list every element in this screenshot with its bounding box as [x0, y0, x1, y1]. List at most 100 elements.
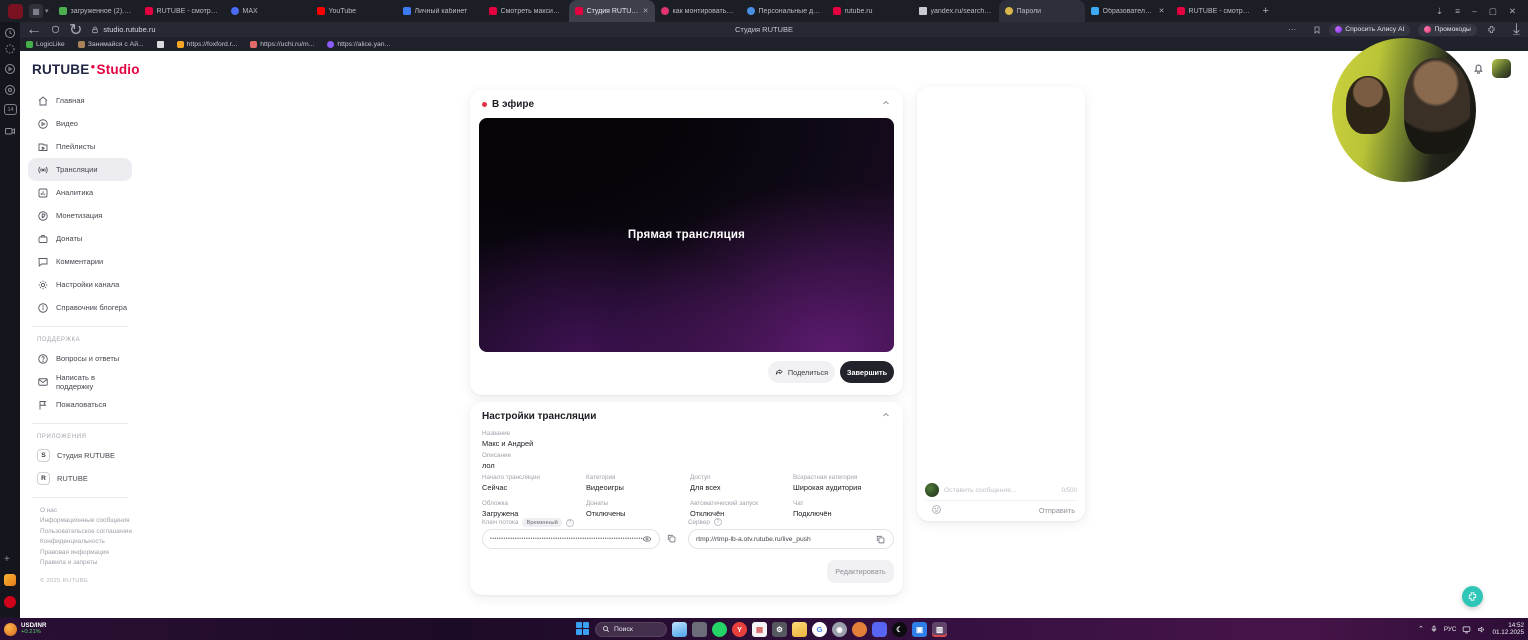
downloads-icon[interactable]: ⤓ [1513, 21, 1520, 39]
whatsapp-icon[interactable] [712, 621, 727, 637]
browser-logo[interactable] [8, 3, 23, 19]
footer-link[interactable]: Конфиденциальность [40, 537, 132, 547]
network-icon[interactable] [1462, 625, 1471, 634]
pinned-site-icon[interactable] [4, 596, 16, 608]
tray-expand-icon[interactable]: ⌃ [1418, 625, 1424, 633]
eye-icon[interactable] [642, 534, 652, 544]
app-icon-orange[interactable] [852, 621, 867, 637]
alice-icon[interactable] [4, 84, 16, 96]
collapse-chevron-icon[interactable] [881, 98, 891, 108]
discord-icon[interactable] [872, 621, 887, 637]
messenger-icon[interactable]: 14 [4, 104, 17, 115]
close-window-button[interactable]: ✕ [1509, 6, 1516, 17]
minimize-button[interactable]: – [1472, 6, 1477, 16]
sidebar-item-donations[interactable]: Донаты [28, 227, 132, 250]
language-indicator[interactable]: РУС [1444, 626, 1457, 633]
maximize-button[interactable]: ▢ [1489, 6, 1497, 17]
bookmark-icon[interactable] [1313, 26, 1321, 34]
camera-icon[interactable] [4, 125, 16, 137]
history-icon[interactable] [4, 27, 16, 39]
bookmark-item[interactable]: https://alice.yan... [327, 40, 390, 48]
sidebar-item-write-support[interactable]: Написать в поддержку [28, 370, 132, 393]
help-icon[interactable]: ? [565, 518, 574, 527]
panel-settings-icon[interactable] [4, 43, 16, 55]
finish-button[interactable]: Завершить [840, 361, 894, 383]
camera-app-icon[interactable]: ◉ [832, 621, 847, 637]
sidebar-item-report[interactable]: Пожаловаться [28, 393, 132, 416]
yandex-browser-icon[interactable]: Y [732, 621, 747, 637]
services-icon[interactable] [4, 63, 16, 75]
back-icon[interactable]: ← [26, 21, 42, 39]
sidebar-item-comments[interactable]: Комментарии [28, 250, 132, 273]
pinned-site-icon[interactable] [4, 574, 16, 586]
copy-key-icon[interactable] [666, 533, 677, 544]
sidebar-item-app-studio[interactable]: S Студия RUTUBE [28, 444, 132, 467]
tab-group-icon[interactable]: ▦ [29, 4, 43, 18]
sidebar-item-analytics[interactable]: Аналитика [28, 181, 132, 204]
close-tab-icon[interactable]: ✕ [643, 7, 649, 15]
footer-link[interactable]: Информационные сообщения [40, 516, 132, 526]
rutube-studio-logo[interactable]: RUTUBE ● Studio [32, 62, 140, 77]
file-explorer-icon[interactable] [792, 621, 807, 637]
widget-button[interactable] [1462, 586, 1483, 607]
add-panel-icon[interactable]: + [4, 554, 10, 565]
extensions-icon[interactable] [1487, 25, 1496, 34]
browser-tab[interactable]: как монтировать фото в... [655, 0, 741, 22]
browser-tab[interactable]: Личный кабинет [397, 0, 483, 22]
browser-tab[interactable]: Пароли [998, 0, 1085, 22]
footer-link[interactable]: Пользовательское соглашение [40, 527, 132, 537]
settings-gear-icon[interactable]: ⚙ [772, 621, 787, 637]
download-tray-icon[interactable]: ⇣ [1436, 6, 1443, 17]
browser-tab-active[interactable]: Студия RUTUBE ✕ [568, 0, 655, 22]
sidebar-item-broadcasts[interactable]: Трансляции [28, 158, 132, 181]
browser-tab[interactable]: Персональные данные -... [741, 0, 827, 22]
footer-link[interactable]: О нас [40, 506, 132, 516]
shield-icon[interactable] [51, 25, 60, 34]
close-tab-icon[interactable]: ✕ [1159, 7, 1165, 15]
browser-tab[interactable]: RUTUBE - смотреть вид... [139, 0, 225, 22]
browser-tab[interactable]: MAX [225, 0, 311, 22]
live-player[interactable]: Прямая трансляция [479, 118, 894, 352]
active-app-icon[interactable]: ▥ [932, 621, 947, 637]
taskbar-search[interactable]: Поиск [595, 621, 667, 637]
server-input[interactable]: rtmp://rtmp-lb-a.otv.rutube.ru/live_push [688, 529, 894, 549]
calendar-icon[interactable]: ▤ [752, 621, 767, 637]
browser-tab[interactable]: YouTube [311, 0, 397, 22]
microphone-icon[interactable] [1430, 625, 1438, 633]
chrome-icon[interactable]: G [812, 621, 827, 637]
browser-tab[interactable]: rutube.ru [827, 0, 913, 22]
chat-message-input[interactable]: Оставить сообщение... [944, 487, 1057, 494]
bookmark-item[interactable]: LogicLike [26, 40, 65, 48]
send-button[interactable]: Отправить [1039, 506, 1075, 515]
task-view-icon[interactable] [672, 621, 687, 637]
help-icon[interactable]: ? [713, 518, 722, 526]
sidebar-item-home[interactable]: Главная [28, 89, 132, 112]
bookmark-item[interactable]: Занимайся с Ай... [77, 40, 144, 48]
night-mode-icon[interactable]: ☾ [892, 621, 907, 637]
sidebar-item-blogger-guide[interactable]: Справочник блогера [28, 296, 132, 319]
new-tab-button[interactable]: + [1263, 5, 1269, 17]
bookmark-item[interactable]: https://uchi.ru/m... [250, 40, 314, 48]
browser-tab[interactable]: Образовательный по...✕ [1085, 0, 1171, 22]
footer-link[interactable]: Правовая информация [40, 548, 132, 558]
browser-tab[interactable]: загруженное (2).png [53, 0, 139, 22]
emoji-icon[interactable] [931, 504, 942, 515]
browser-menu-icon[interactable]: ≡ [1455, 6, 1460, 16]
sidebar-item-videos[interactable]: Видео [28, 112, 132, 135]
chevron-down-icon[interactable]: ▾ [45, 7, 49, 15]
address-url[interactable]: studio.rutube.ru [103, 25, 155, 34]
promo-button[interactable]: Промокоды [1418, 23, 1477, 36]
more-icon[interactable]: ⋯ [1288, 25, 1296, 34]
bookmark-item[interactable] [156, 40, 164, 48]
sidebar-item-app-rutube[interactable]: R RUTUBE [28, 467, 132, 490]
notifications-bell-icon[interactable] [1472, 62, 1485, 75]
sidebar-item-channel-settings[interactable]: Настройки канала [28, 273, 132, 296]
stream-key-input[interactable]: ••••••••••••••••••••••••••••••••••••••••… [482, 529, 660, 549]
sidebar-item-faq[interactable]: Вопросы и ответы [28, 347, 132, 370]
browser-tab[interactable]: yandex.ru/search/?text=... [913, 0, 999, 22]
sidebar-item-playlists[interactable]: Плейлисты [28, 135, 132, 158]
bookmark-item[interactable]: https://foxford.r... [176, 40, 237, 48]
volume-icon[interactable] [1477, 625, 1486, 634]
start-button[interactable] [576, 622, 590, 636]
share-button[interactable]: Поделиться [768, 361, 835, 383]
